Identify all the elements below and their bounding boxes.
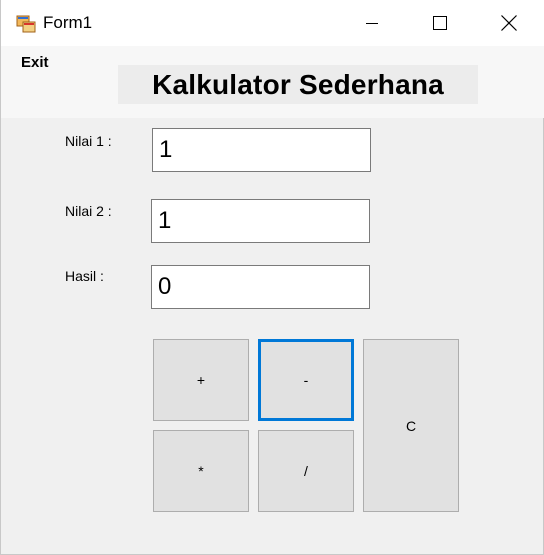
maximize-icon <box>433 16 447 30</box>
app-window: Form1 Exit Kalkulator Sederhana Nilai 1 … <box>0 0 544 555</box>
form-app-icon[interactable] <box>16 13 36 33</box>
subtract-button[interactable]: - <box>258 339 354 421</box>
minimize-button[interactable] <box>337 0 407 46</box>
divide-button[interactable]: / <box>258 430 354 512</box>
nilai1-label: Nilai 1 : <box>65 133 112 149</box>
page-title: Kalkulator Sederhana <box>118 65 478 104</box>
hasil-output[interactable] <box>151 265 370 309</box>
minimize-icon <box>366 23 378 24</box>
clear-button[interactable]: C <box>363 339 459 512</box>
nilai2-input[interactable] <box>151 199 370 243</box>
close-button[interactable] <box>474 0 544 46</box>
nilai1-input[interactable] <box>152 128 371 172</box>
nilai2-label: Nilai 2 : <box>65 203 112 219</box>
hasil-label: Hasil : <box>65 268 104 284</box>
title-bar[interactable]: Form1 <box>1 0 544 46</box>
add-button[interactable]: + <box>153 339 249 421</box>
multiply-button[interactable]: * <box>153 430 249 512</box>
window-title: Form1 <box>43 13 93 32</box>
close-icon <box>501 15 517 31</box>
maximize-button[interactable] <box>405 0 475 46</box>
menu-item-exit[interactable]: Exit <box>21 54 49 72</box>
